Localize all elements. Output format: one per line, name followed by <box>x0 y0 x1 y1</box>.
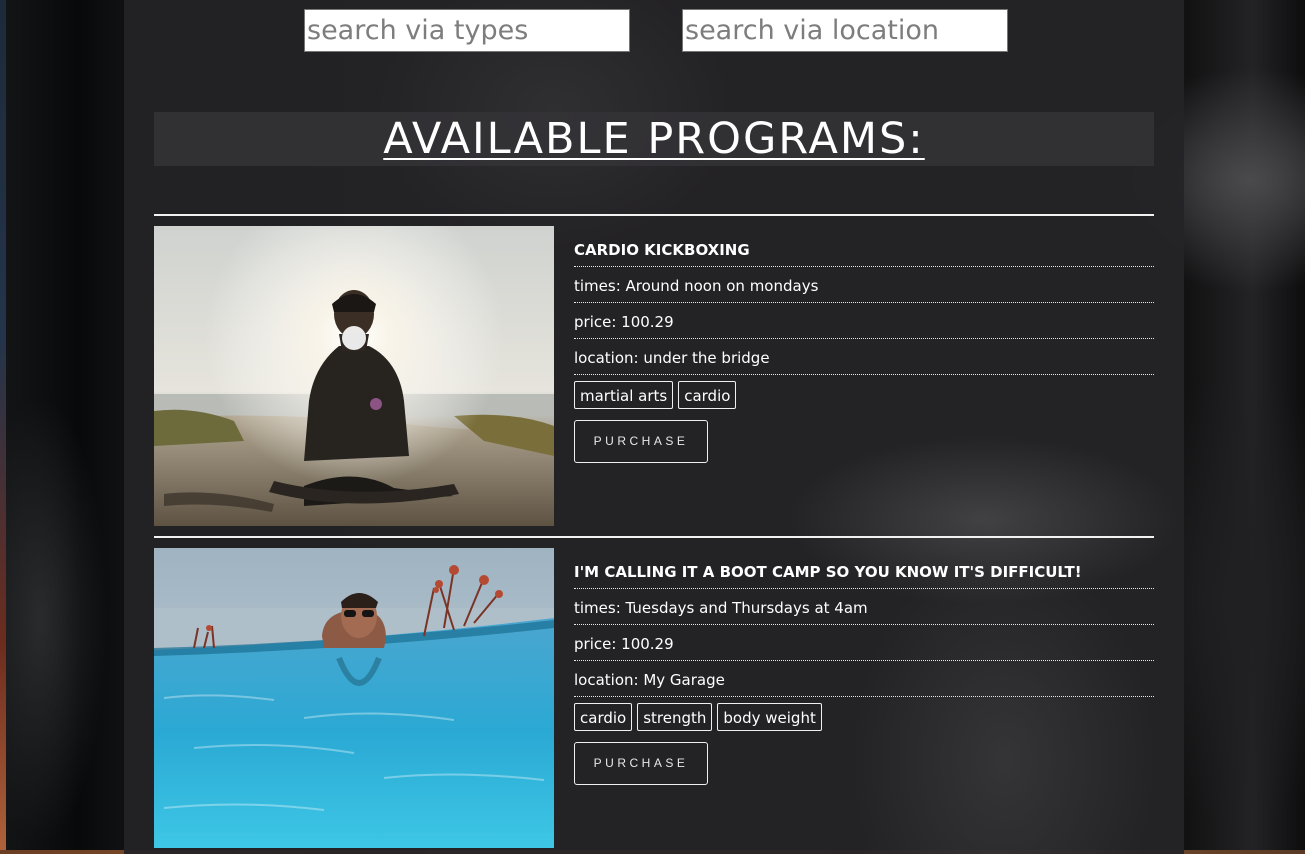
program-name: I'M CALLING IT A BOOT CAMP SO YOU KNOW I… <box>574 564 1154 589</box>
search-types-input[interactable] <box>304 9 630 52</box>
program-price: price: 100.29 <box>574 636 1154 661</box>
tag-cardio[interactable]: cardio <box>678 381 737 409</box>
program-details: I'M CALLING IT A BOOT CAMP SO YOU KNOW I… <box>574 564 1154 785</box>
program-name: CARDIO KICKBOXING <box>574 242 1154 267</box>
program-card: I'M CALLING IT A BOOT CAMP SO YOU KNOW I… <box>154 536 1154 848</box>
beach-meditation-photo <box>154 226 554 526</box>
tag-strength[interactable]: strength <box>637 703 713 731</box>
purchase-button[interactable]: PURCHASE <box>574 420 708 463</box>
page-title: AVAILABLE PROGRAMS: <box>383 114 925 164</box>
tag-cardio[interactable]: cardio <box>574 703 633 731</box>
background-edge <box>0 0 6 854</box>
program-tags: cardio strength body weight <box>574 703 1154 731</box>
program-tags: martial arts cardio <box>574 381 1154 409</box>
program-times: times: Around noon on mondays <box>574 278 1154 303</box>
program-card: CARDIO KICKBOXING times: Around noon on … <box>154 214 1154 526</box>
program-location: location: under the bridge <box>574 350 1154 375</box>
program-location: location: My Garage <box>574 672 1154 697</box>
program-photo <box>154 548 554 848</box>
program-photo <box>154 226 554 526</box>
tag-body-weight[interactable]: body weight <box>717 703 822 731</box>
search-location-input[interactable] <box>682 9 1008 52</box>
purchase-button[interactable]: PURCHASE <box>574 742 708 785</box>
program-price: price: 100.29 <box>574 314 1154 339</box>
tag-martial-arts[interactable]: martial arts <box>574 381 674 409</box>
program-times: times: Tuesdays and Thursdays at 4am <box>574 600 1154 625</box>
pool-swimmer-photo <box>154 548 554 848</box>
program-details: CARDIO KICKBOXING times: Around noon on … <box>574 242 1154 463</box>
heading-band: AVAILABLE PROGRAMS: <box>154 112 1154 166</box>
